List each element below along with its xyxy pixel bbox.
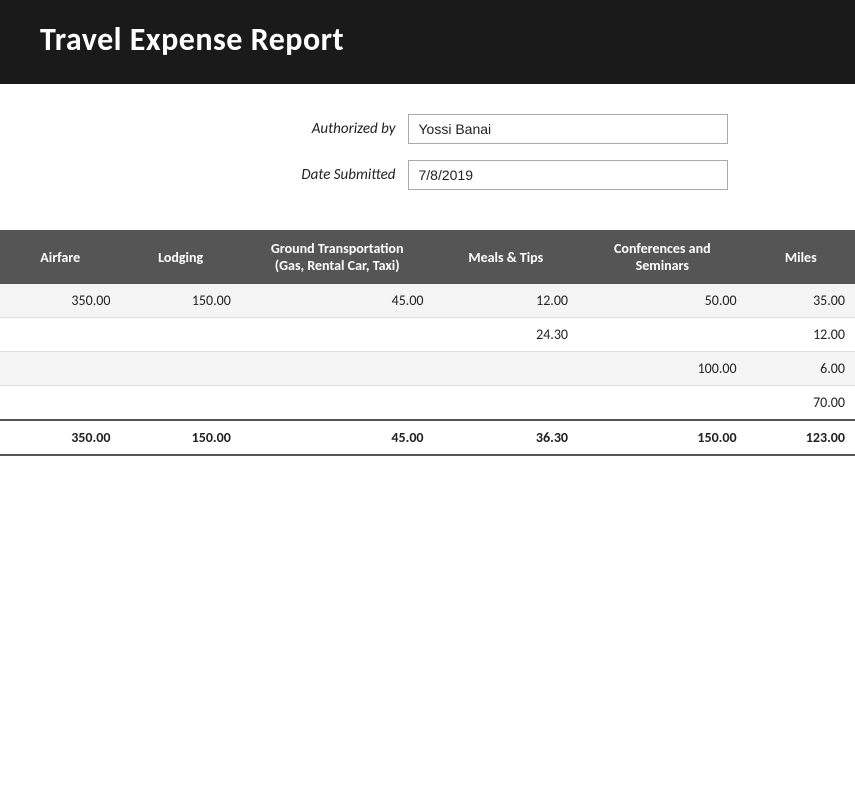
- cell-conferences: [578, 318, 747, 352]
- expense-table-section: Airfare Lodging Ground Transportation(Ga…: [0, 230, 855, 456]
- total-airfare: 350.00: [0, 420, 120, 455]
- total-ground: 45.00: [241, 420, 434, 455]
- cell-ground: [241, 318, 434, 352]
- form-section: Authorized by Date Submitted: [0, 84, 855, 210]
- cell-lodging: [120, 318, 240, 352]
- table-row: 24.30 12.00: [0, 318, 855, 352]
- cell-meals: 12.00: [434, 284, 579, 318]
- cell-miles: 35.00: [747, 284, 855, 318]
- cell-airfare: [0, 318, 120, 352]
- authorized-by-input[interactable]: [408, 114, 728, 144]
- cell-meals: [434, 386, 579, 421]
- cell-miles: 70.00: [747, 386, 855, 421]
- total-conferences: 150.00: [578, 420, 747, 455]
- cell-lodging: 150.00: [120, 284, 240, 318]
- col-header-airfare: Airfare: [0, 230, 120, 284]
- cell-meals: 24.30: [434, 318, 579, 352]
- cell-airfare: 350.00: [0, 284, 120, 318]
- table-row: 70.00: [0, 386, 855, 421]
- cell-airfare: [0, 352, 120, 386]
- totals-row: 350.00150.0045.0036.30150.00123.00: [0, 420, 855, 455]
- date-submitted-input[interactable]: [408, 160, 728, 190]
- col-header-ground: Ground Transportation(Gas, Rental Car, T…: [241, 230, 434, 284]
- page-title: Travel Expense Report: [40, 20, 815, 59]
- cell-conferences: [578, 386, 747, 421]
- col-header-conferences: Conferences and Seminars: [578, 230, 747, 284]
- col-header-miles: Miles: [747, 230, 855, 284]
- table-header-row: Airfare Lodging Ground Transportation(Ga…: [0, 230, 855, 284]
- cell-miles: 6.00: [747, 352, 855, 386]
- cell-meals: [434, 352, 579, 386]
- cell-ground: 45.00: [241, 284, 434, 318]
- total-lodging: 150.00: [120, 420, 240, 455]
- cell-miles: 12.00: [747, 318, 855, 352]
- cell-airfare: [0, 386, 120, 421]
- total-miles: 123.00: [747, 420, 855, 455]
- cell-ground: [241, 352, 434, 386]
- cell-conferences: 50.00: [578, 284, 747, 318]
- date-submitted-label: Date Submitted: [216, 166, 396, 184]
- date-submitted-row: Date Submitted: [128, 160, 728, 190]
- col-header-meals: Meals & Tips: [434, 230, 579, 284]
- cell-lodging: [120, 352, 240, 386]
- cell-lodging: [120, 386, 240, 421]
- col-header-lodging: Lodging: [120, 230, 240, 284]
- authorized-by-label: Authorized by: [216, 120, 396, 138]
- table-row: 350.00150.0045.0012.0050.0035.00: [0, 284, 855, 318]
- total-meals: 36.30: [434, 420, 579, 455]
- expense-table: Airfare Lodging Ground Transportation(Ga…: [0, 230, 855, 456]
- authorized-by-row: Authorized by: [128, 114, 728, 144]
- cell-ground: [241, 386, 434, 421]
- table-row: 100.006.00: [0, 352, 855, 386]
- page-header: Travel Expense Report: [0, 0, 855, 84]
- cell-conferences: 100.00: [578, 352, 747, 386]
